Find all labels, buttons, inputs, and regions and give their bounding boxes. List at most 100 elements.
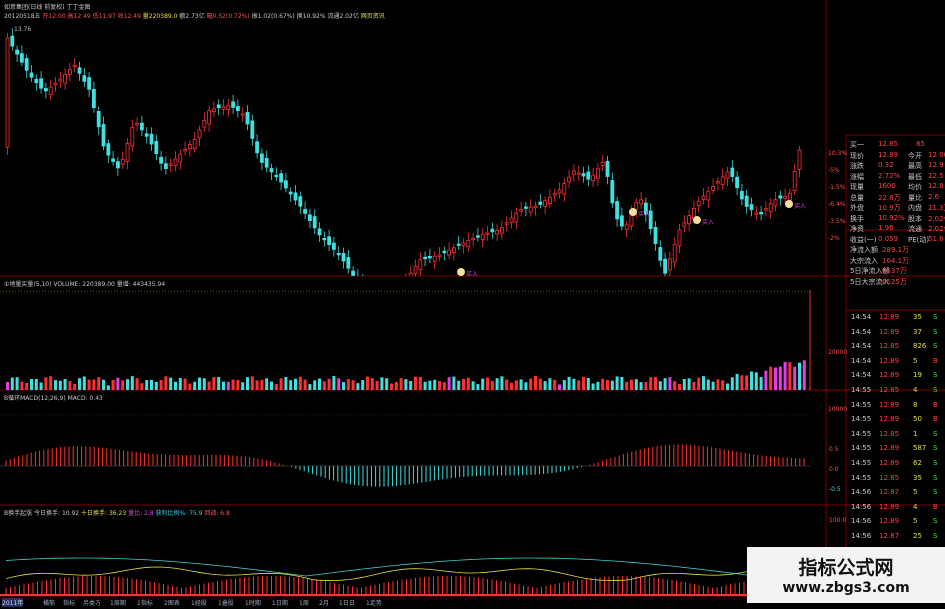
candle-body <box>192 139 197 149</box>
bottom-tab[interactable]: 1日期 <box>272 598 288 607</box>
macd-axis-bottom: -0.5 <box>829 486 841 493</box>
candle-body <box>725 171 730 179</box>
candlestick-chart[interactable]: 买入买入买入买入买入 <box>0 20 826 276</box>
volume-bar <box>610 380 614 390</box>
candle-body <box>423 256 428 260</box>
candle-body <box>759 211 763 215</box>
candle-body <box>154 140 159 155</box>
candle-body <box>92 88 96 108</box>
candle-body <box>19 53 24 63</box>
bottom-tab[interactable]: 1日日 <box>339 598 355 607</box>
bottom-tab[interactable]: 1叠股 <box>218 598 234 607</box>
candle-body <box>610 180 615 204</box>
bottom-tab[interactable]: 1周期 <box>110 598 126 607</box>
volume-bar <box>255 380 259 390</box>
volume-bar <box>226 381 230 390</box>
candle-body <box>29 72 34 78</box>
bottom-tab[interactable]: 指标 <box>63 598 75 607</box>
candle-body <box>778 195 783 199</box>
macd-chart[interactable] <box>0 404 826 504</box>
volume-bar <box>102 379 105 390</box>
volume-bar <box>135 378 139 390</box>
volume-bar <box>538 378 542 390</box>
volume-bar <box>510 382 513 390</box>
candle-body <box>187 144 192 150</box>
candle-body <box>125 142 130 162</box>
turnover-title-part: 获利比例%: 75.9 <box>153 510 203 517</box>
bottom-tab[interactable]: 2图表 <box>164 598 180 607</box>
candle-body <box>331 242 336 250</box>
ohlc-part: 流通2.02亿 <box>325 13 359 20</box>
candle-body <box>615 201 619 220</box>
volume-bar <box>562 380 566 390</box>
candle-body <box>475 235 480 238</box>
volume-bar <box>145 380 149 390</box>
volume-chart[interactable] <box>0 290 826 390</box>
bottom-tab[interactable]: 2月 <box>319 598 329 607</box>
volume-bar <box>183 378 187 390</box>
bottom-tab[interactable]: 1经股 <box>191 598 207 607</box>
candle-body <box>226 104 231 110</box>
bottom-tab[interactable]: 1走势 <box>366 598 382 607</box>
macd-axis-top: 0.5 <box>829 446 839 453</box>
volume-bar <box>39 382 43 390</box>
bottom-tab[interactable]: 横筋 <box>43 598 55 607</box>
bottom-tab[interactable]: 1指标 <box>137 598 153 607</box>
volume-bar <box>582 376 585 390</box>
bottom-tab[interactable]: 另类方 <box>83 598 101 607</box>
candle-body <box>39 78 43 89</box>
volume-bar <box>649 377 653 390</box>
volume-bar <box>130 376 134 390</box>
percent-label: -2% <box>828 235 840 242</box>
bottom-tab[interactable]: 2011年 <box>2 598 24 607</box>
volume-bar <box>606 380 609 390</box>
bottom-tab[interactable]: 1时期 <box>245 598 261 607</box>
candle-body <box>576 172 581 175</box>
ohlc-part: 开12.00 高12.49 低11.97 收12.49 <box>40 13 141 20</box>
candle-body <box>442 250 447 254</box>
candle-body <box>255 141 260 154</box>
candle-body <box>298 196 303 207</box>
volume-bar <box>471 381 475 390</box>
volume-bar <box>44 377 48 390</box>
turnover-chart[interactable] <box>0 518 826 596</box>
candle-body <box>96 111 101 128</box>
percent-label: -3.5% <box>828 218 846 225</box>
volume-bar <box>486 377 489 390</box>
candle-body <box>567 176 571 183</box>
candle-body <box>596 168 600 179</box>
candle-body <box>101 124 106 147</box>
buy-marker-icon <box>693 216 701 224</box>
volume-bar <box>303 379 307 390</box>
volume-bar <box>63 379 67 390</box>
candle-body <box>48 86 53 95</box>
volume-bar <box>34 378 38 390</box>
volume-bar <box>586 377 590 390</box>
volume-bar <box>414 376 417 390</box>
candle-body <box>72 64 77 68</box>
candle-body <box>471 237 476 241</box>
volume-bar <box>404 379 408 390</box>
volume-bar <box>188 383 192 390</box>
volume-bar <box>721 380 725 390</box>
volume-bar <box>783 361 787 390</box>
volume-bar <box>370 378 374 390</box>
volume-bar <box>385 378 389 390</box>
candle-body <box>581 173 586 177</box>
volume-bar <box>217 376 221 390</box>
volume-bar <box>92 379 96 390</box>
volume-axis-high: 20000 <box>828 349 848 356</box>
candle-body <box>711 185 715 191</box>
volume-bar <box>337 378 341 390</box>
volume-bar <box>418 376 422 390</box>
volume-bar <box>150 379 153 390</box>
turnover-axis-top: 100.0 <box>829 517 847 524</box>
bottom-tab[interactable]: 1周 <box>299 598 309 607</box>
candle-body <box>620 215 624 227</box>
candle-body <box>456 243 461 246</box>
volume-bar <box>207 381 211 390</box>
percent-label: -6.4% <box>828 201 846 208</box>
candle-body <box>548 196 552 204</box>
buy-marker-icon <box>457 268 465 276</box>
candle-body <box>63 74 67 84</box>
